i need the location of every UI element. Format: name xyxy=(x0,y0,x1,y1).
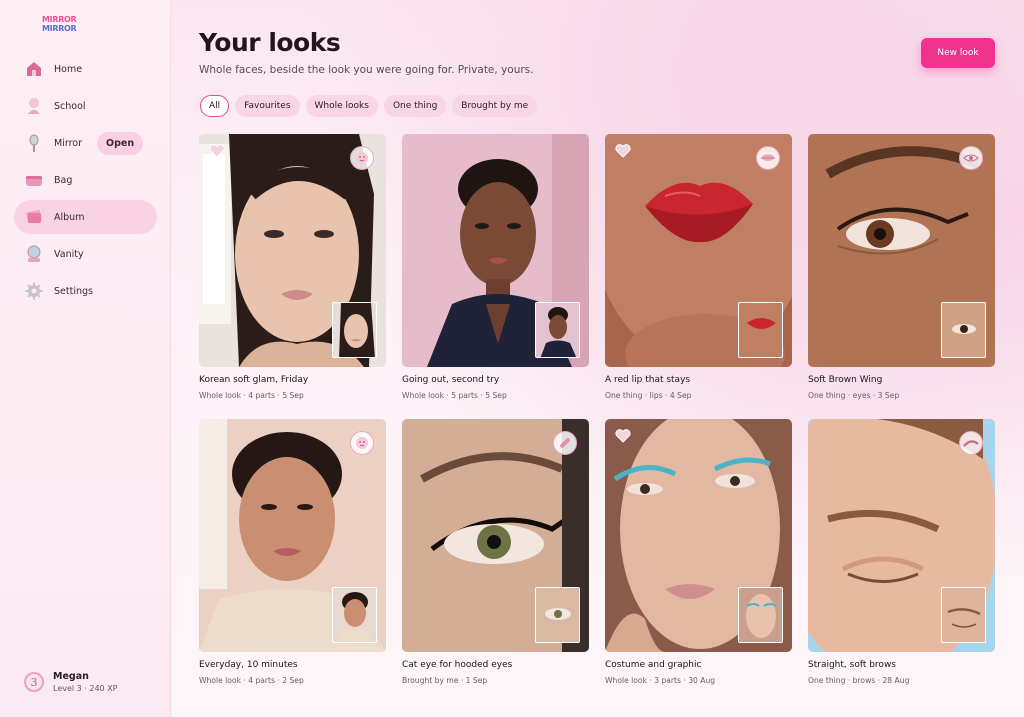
look-card[interactable]: Everyday, 10 minutes Whole look · 4 part… xyxy=(199,419,386,704)
look-meta: Whole look · 3 parts · 30 Aug xyxy=(605,676,716,685)
reference-thumbnail[interactable] xyxy=(535,302,580,358)
hand-mirror-icon xyxy=(23,132,45,154)
look-photo xyxy=(605,419,792,652)
look-photo xyxy=(808,134,995,367)
app-logo[interactable]: MIRROR MIRROR xyxy=(42,15,80,33)
eye-icon xyxy=(959,146,983,170)
new-look-button[interactable]: New look xyxy=(921,38,995,68)
look-title: Cat eye for hooded eyes xyxy=(402,660,513,670)
reference-thumbnail[interactable] xyxy=(535,587,580,643)
filter-bar: All Favourites Whole looks One thing Bro… xyxy=(200,95,543,117)
looks-grid: Korean soft glam, Friday Whole look · 4 … xyxy=(199,134,995,704)
look-meta: One thing · eyes · 3 Sep xyxy=(808,391,900,400)
reference-thumbnail[interactable] xyxy=(332,302,377,358)
logo-line-2: MIRROR xyxy=(42,24,77,33)
look-title: Everyday, 10 minutes xyxy=(199,660,298,670)
home-icon xyxy=(23,58,45,80)
look-meta: Whole look · 5 parts · 5 Sep xyxy=(402,391,507,400)
reference-thumbnail[interactable] xyxy=(738,587,783,643)
filter-all[interactable]: All xyxy=(200,95,230,117)
sidebar-item-label: Album xyxy=(54,211,85,223)
look-card[interactable]: Cat eye for hooded eyes Brought by me · … xyxy=(402,419,589,704)
sidebar-item-school[interactable]: School xyxy=(14,89,157,123)
page-subtitle: Whole faces, beside the look you were go… xyxy=(199,64,534,76)
filter-favourites[interactable]: Favourites xyxy=(235,95,300,117)
filter-one-thing[interactable]: One thing xyxy=(383,95,447,117)
look-title: Going out, second try xyxy=(402,375,500,385)
vanity-icon xyxy=(23,243,45,265)
sidebar-item-mirror[interactable]: Mirror Open xyxy=(14,126,157,160)
logo-line-1: MIRROR xyxy=(42,15,77,24)
look-card[interactable]: Korean soft glam, Friday Whole look · 4 … xyxy=(199,134,386,419)
school-icon xyxy=(23,95,45,117)
sidebar-item-label: Settings xyxy=(54,285,93,297)
sidebar-item-label: School xyxy=(54,100,86,112)
look-title: Korean soft glam, Friday xyxy=(199,375,309,385)
sidebar-item-home[interactable]: Home xyxy=(14,52,157,86)
look-photo xyxy=(808,419,995,652)
brow-icon xyxy=(959,431,983,455)
sidebar-item-label: Home xyxy=(54,63,83,75)
look-photo xyxy=(402,134,589,367)
sidebar-item-label: Bag xyxy=(54,174,73,186)
sidebar-item-settings[interactable]: Settings xyxy=(14,274,157,308)
look-photo xyxy=(402,419,589,652)
look-meta: Whole look · 4 parts · 2 Sep xyxy=(199,676,304,685)
look-meta: Whole look · 4 parts · 5 Sep xyxy=(199,391,304,400)
sidebar-item-album[interactable]: Album xyxy=(14,200,157,234)
reference-thumbnail[interactable] xyxy=(738,302,783,358)
sidebar-item-label: Mirror xyxy=(54,137,82,149)
makeup-bag-icon xyxy=(23,169,45,191)
look-card[interactable]: Straight, soft brows One thing · brows ·… xyxy=(808,419,995,704)
avatar: 3 xyxy=(24,672,44,692)
user-level: Level 3 · 240 XP xyxy=(53,684,118,693)
reference-thumbnail[interactable] xyxy=(941,587,986,643)
sidebar-item-label: Vanity xyxy=(54,248,84,260)
favourite-heart-icon[interactable] xyxy=(615,429,631,443)
reference-thumbnail[interactable] xyxy=(941,302,986,358)
favourite-heart-icon[interactable] xyxy=(209,144,225,158)
look-photo xyxy=(199,134,386,367)
main-content: Your looks Whole faces, beside the look … xyxy=(171,0,1024,717)
page-title: Your looks xyxy=(199,28,341,57)
look-title: A red lip that stays xyxy=(605,375,691,385)
brush-icon xyxy=(553,431,577,455)
sidebar: MIRROR MIRROR Home School Mirror Open Ba… xyxy=(0,0,171,717)
look-card[interactable]: Costume and graphic Whole look · 3 parts… xyxy=(605,419,792,704)
look-meta: One thing · lips · 4 Sep xyxy=(605,391,692,400)
look-meta: Brought by me · 1 Sep xyxy=(402,676,488,685)
album-icon xyxy=(23,206,45,228)
look-photo xyxy=(605,134,792,367)
look-title: Straight, soft brows xyxy=(808,660,896,670)
lips-icon xyxy=(756,146,780,170)
look-title: Soft Brown Wing xyxy=(808,375,883,385)
gear-icon xyxy=(23,280,45,302)
look-meta: One thing · brows · 28 Aug xyxy=(808,676,910,685)
sidebar-item-bag[interactable]: Bag xyxy=(14,163,157,197)
look-photo xyxy=(199,419,386,652)
look-card[interactable]: Going out, second try Whole look · 5 par… xyxy=(402,134,589,419)
user-profile[interactable]: 3 Megan Level 3 · 240 XP xyxy=(24,671,118,693)
look-title: Costume and graphic xyxy=(605,660,702,670)
user-name: Megan xyxy=(53,671,89,682)
look-card[interactable]: Soft Brown Wing One thing · eyes · 3 Sep xyxy=(808,134,995,419)
open-mirror-button[interactable]: Open xyxy=(97,131,144,155)
favourite-heart-icon[interactable] xyxy=(615,144,631,158)
face-icon xyxy=(350,431,374,455)
look-card[interactable]: A red lip that stays One thing · lips · … xyxy=(605,134,792,419)
sidebar-nav: Home School Mirror Open Bag Album Vanity… xyxy=(14,52,157,311)
filter-whole-looks[interactable]: Whole looks xyxy=(305,95,378,117)
reference-thumbnail[interactable] xyxy=(332,587,377,643)
face-icon xyxy=(350,146,374,170)
filter-brought-by-me[interactable]: Brought by me xyxy=(452,95,538,117)
sidebar-item-vanity[interactable]: Vanity xyxy=(14,237,157,271)
